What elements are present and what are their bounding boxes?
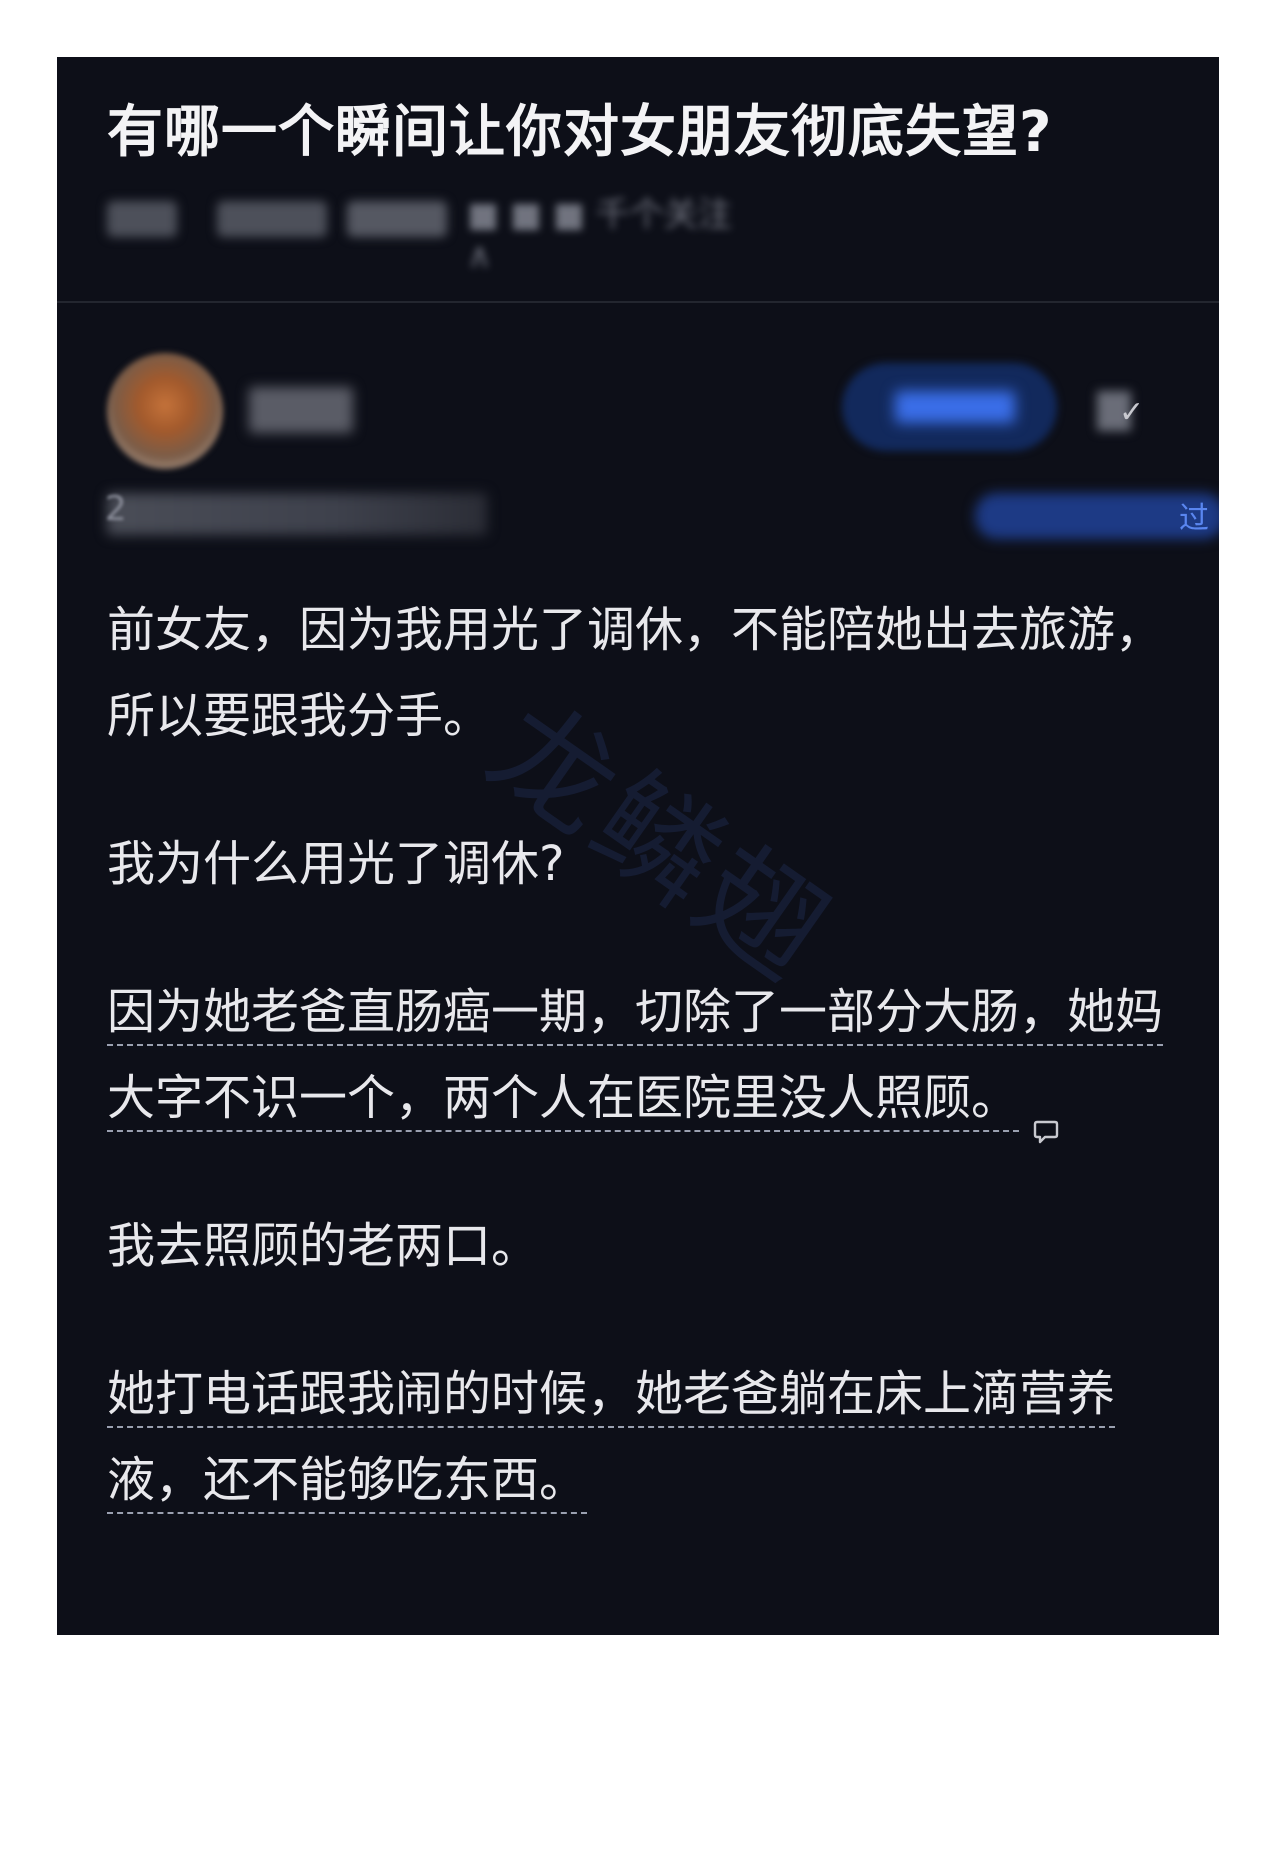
answer-card: 有哪一个瞬间让你对女朋友彻底失望? ■ ■ ■ 千个关注 ∧ ✓ 2 过 龙鳞翅… xyxy=(57,57,1219,1635)
author-name-blurred[interactable] xyxy=(249,387,353,433)
answer-paragraph-highlighted[interactable]: 她打电话跟我闹的时候，她老爸躺在床上滴营养液，还不能够吃东西。 xyxy=(107,1351,1177,1523)
follow-button-label-blurred xyxy=(895,391,1015,423)
answer-paragraph-highlighted[interactable]: 因为她老爸直肠癌一期，切除了一部分大肠，她妈大字不识一个，两个人在医院里没人照顾… xyxy=(107,969,1177,1144)
question-follow-count[interactable]: ■ ■ ■ 千个关注 ∧ xyxy=(467,187,767,276)
more-options-icon[interactable]: ✓ xyxy=(1097,387,1149,439)
answer-badge-text: 过 xyxy=(1179,501,1209,536)
answer-body: 前女友，因为我用光了调休，不能陪她出去旅游，所以要跟我分手。 我为什么用光了调休… xyxy=(107,587,1177,1523)
question-title[interactable]: 有哪一个瞬间让你对女朋友彻底失望? xyxy=(107,87,1052,168)
divider xyxy=(57,301,1219,303)
question-meta-blurred: ■ ■ ■ 千个关注 ∧ xyxy=(107,187,767,276)
answer-paragraph: 我为什么用光了调休? xyxy=(107,836,565,892)
comment-bubble-icon[interactable] xyxy=(1033,1085,1059,1144)
answer-meta-blurred xyxy=(107,493,487,535)
answer-paragraph: 前女友，因为我用光了调休，不能陪她出去旅游，所以要跟我分手。 xyxy=(107,602,1164,744)
answer-paragraph: 我去照顾的老两口。 xyxy=(107,1218,540,1274)
highlighted-text[interactable]: 因为她老爸直肠癌一期，切除了一部分大肠，她妈大字不识一个，两个人在医院里没人照顾… xyxy=(107,984,1163,1126)
highlighted-text[interactable]: 她打电话跟我闹的时候，她老爸躺在床上滴营养液，还不能够吃东西。 xyxy=(107,1366,1115,1508)
author-avatar[interactable] xyxy=(107,353,223,469)
answer-meta-digit: 2 xyxy=(105,489,127,529)
check-icon: ✓ xyxy=(1119,395,1145,430)
